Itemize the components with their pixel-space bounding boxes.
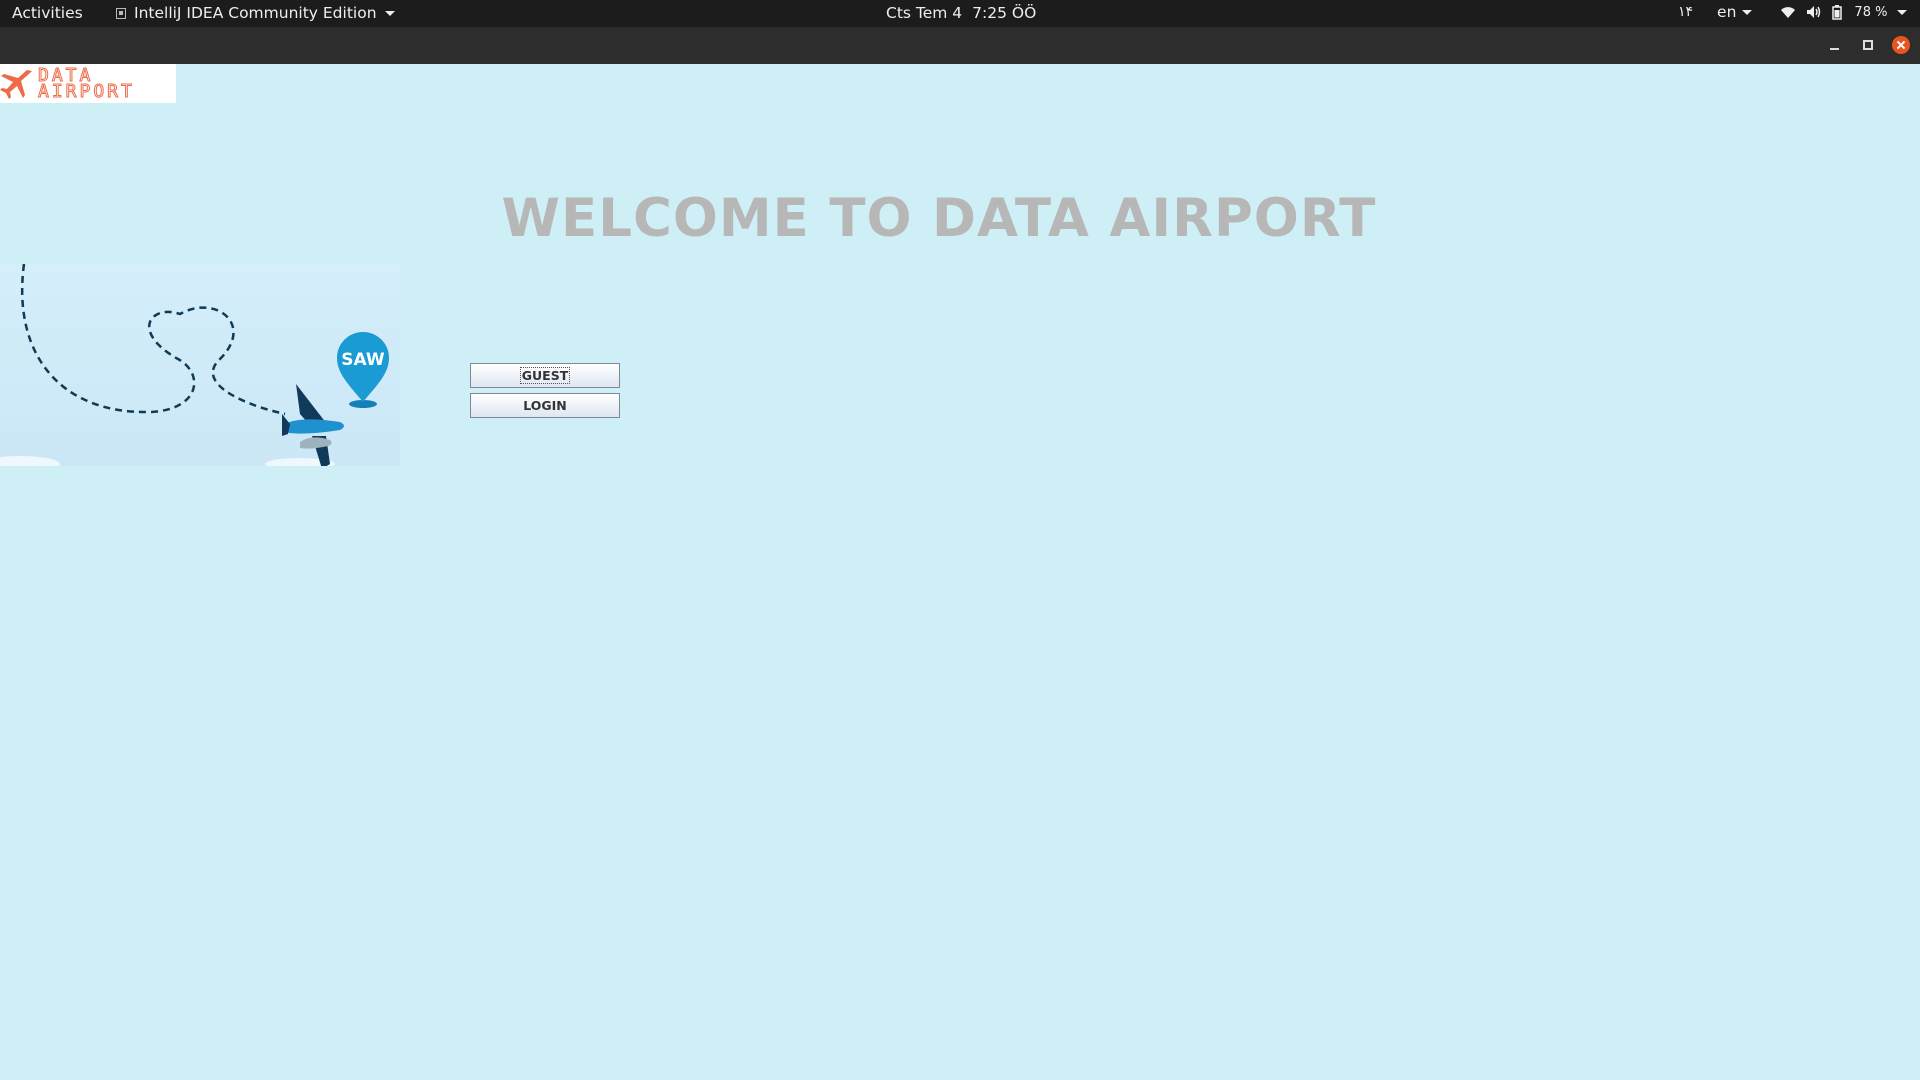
chevron-down-icon xyxy=(1742,9,1753,15)
system-tray: ۱۴ en 78 % xyxy=(1678,3,1908,21)
battery-icon xyxy=(1832,4,1843,20)
login-button-label: LOGIN xyxy=(523,398,567,413)
app-icon xyxy=(116,7,126,19)
input-indicator[interactable]: ۱۴ xyxy=(1678,4,1693,20)
close-button[interactable] xyxy=(1892,36,1910,54)
logo-line-2: AIRPORT xyxy=(38,80,135,102)
chevron-down-icon xyxy=(1897,9,1908,15)
pin-label: SAW xyxy=(341,350,385,370)
app-menu-label: IntelliJ IDEA Community Edition xyxy=(134,4,377,22)
wifi-icon xyxy=(1781,7,1796,18)
maximize-button[interactable] xyxy=(1859,36,1877,54)
guest-button[interactable]: GUEST xyxy=(470,363,620,388)
clock[interactable]: Cts Tem 4 7:25 ÖÖ xyxy=(886,4,1036,22)
airplane-logo-icon xyxy=(0,69,32,99)
language-selector[interactable]: en xyxy=(1717,3,1753,21)
logo-text: DATA AIRPORT xyxy=(38,66,135,102)
app-window-content: DATA AIRPORT WELCOME TO DATA AIRPORT SAW xyxy=(0,64,1920,1080)
clock-date: Cts Tem 4 xyxy=(886,4,963,22)
welcome-heading: WELCOME TO DATA AIRPORT xyxy=(501,188,1377,249)
guest-button-label: GUEST xyxy=(519,367,571,384)
volume-icon xyxy=(1807,6,1821,18)
flight-illustration: SAW xyxy=(0,264,400,466)
battery-percentage: 78 % xyxy=(1854,4,1888,20)
app-menu[interactable]: IntelliJ IDEA Community Edition xyxy=(116,4,395,22)
activities-button[interactable]: Activities xyxy=(12,4,83,22)
system-top-bar: Activities IntelliJ IDEA Community Editi… xyxy=(0,0,1920,27)
window-title-bar[interactable] xyxy=(0,27,1920,64)
data-airport-logo: DATA AIRPORT xyxy=(0,64,176,103)
minimize-button[interactable] xyxy=(1825,36,1843,54)
clock-time: 7:25 ÖÖ xyxy=(972,4,1037,22)
language-label: en xyxy=(1717,3,1737,21)
system-menu[interactable]: 78 % xyxy=(1780,4,1908,20)
chevron-down-icon xyxy=(384,10,395,16)
login-button[interactable]: LOGIN xyxy=(470,393,620,418)
